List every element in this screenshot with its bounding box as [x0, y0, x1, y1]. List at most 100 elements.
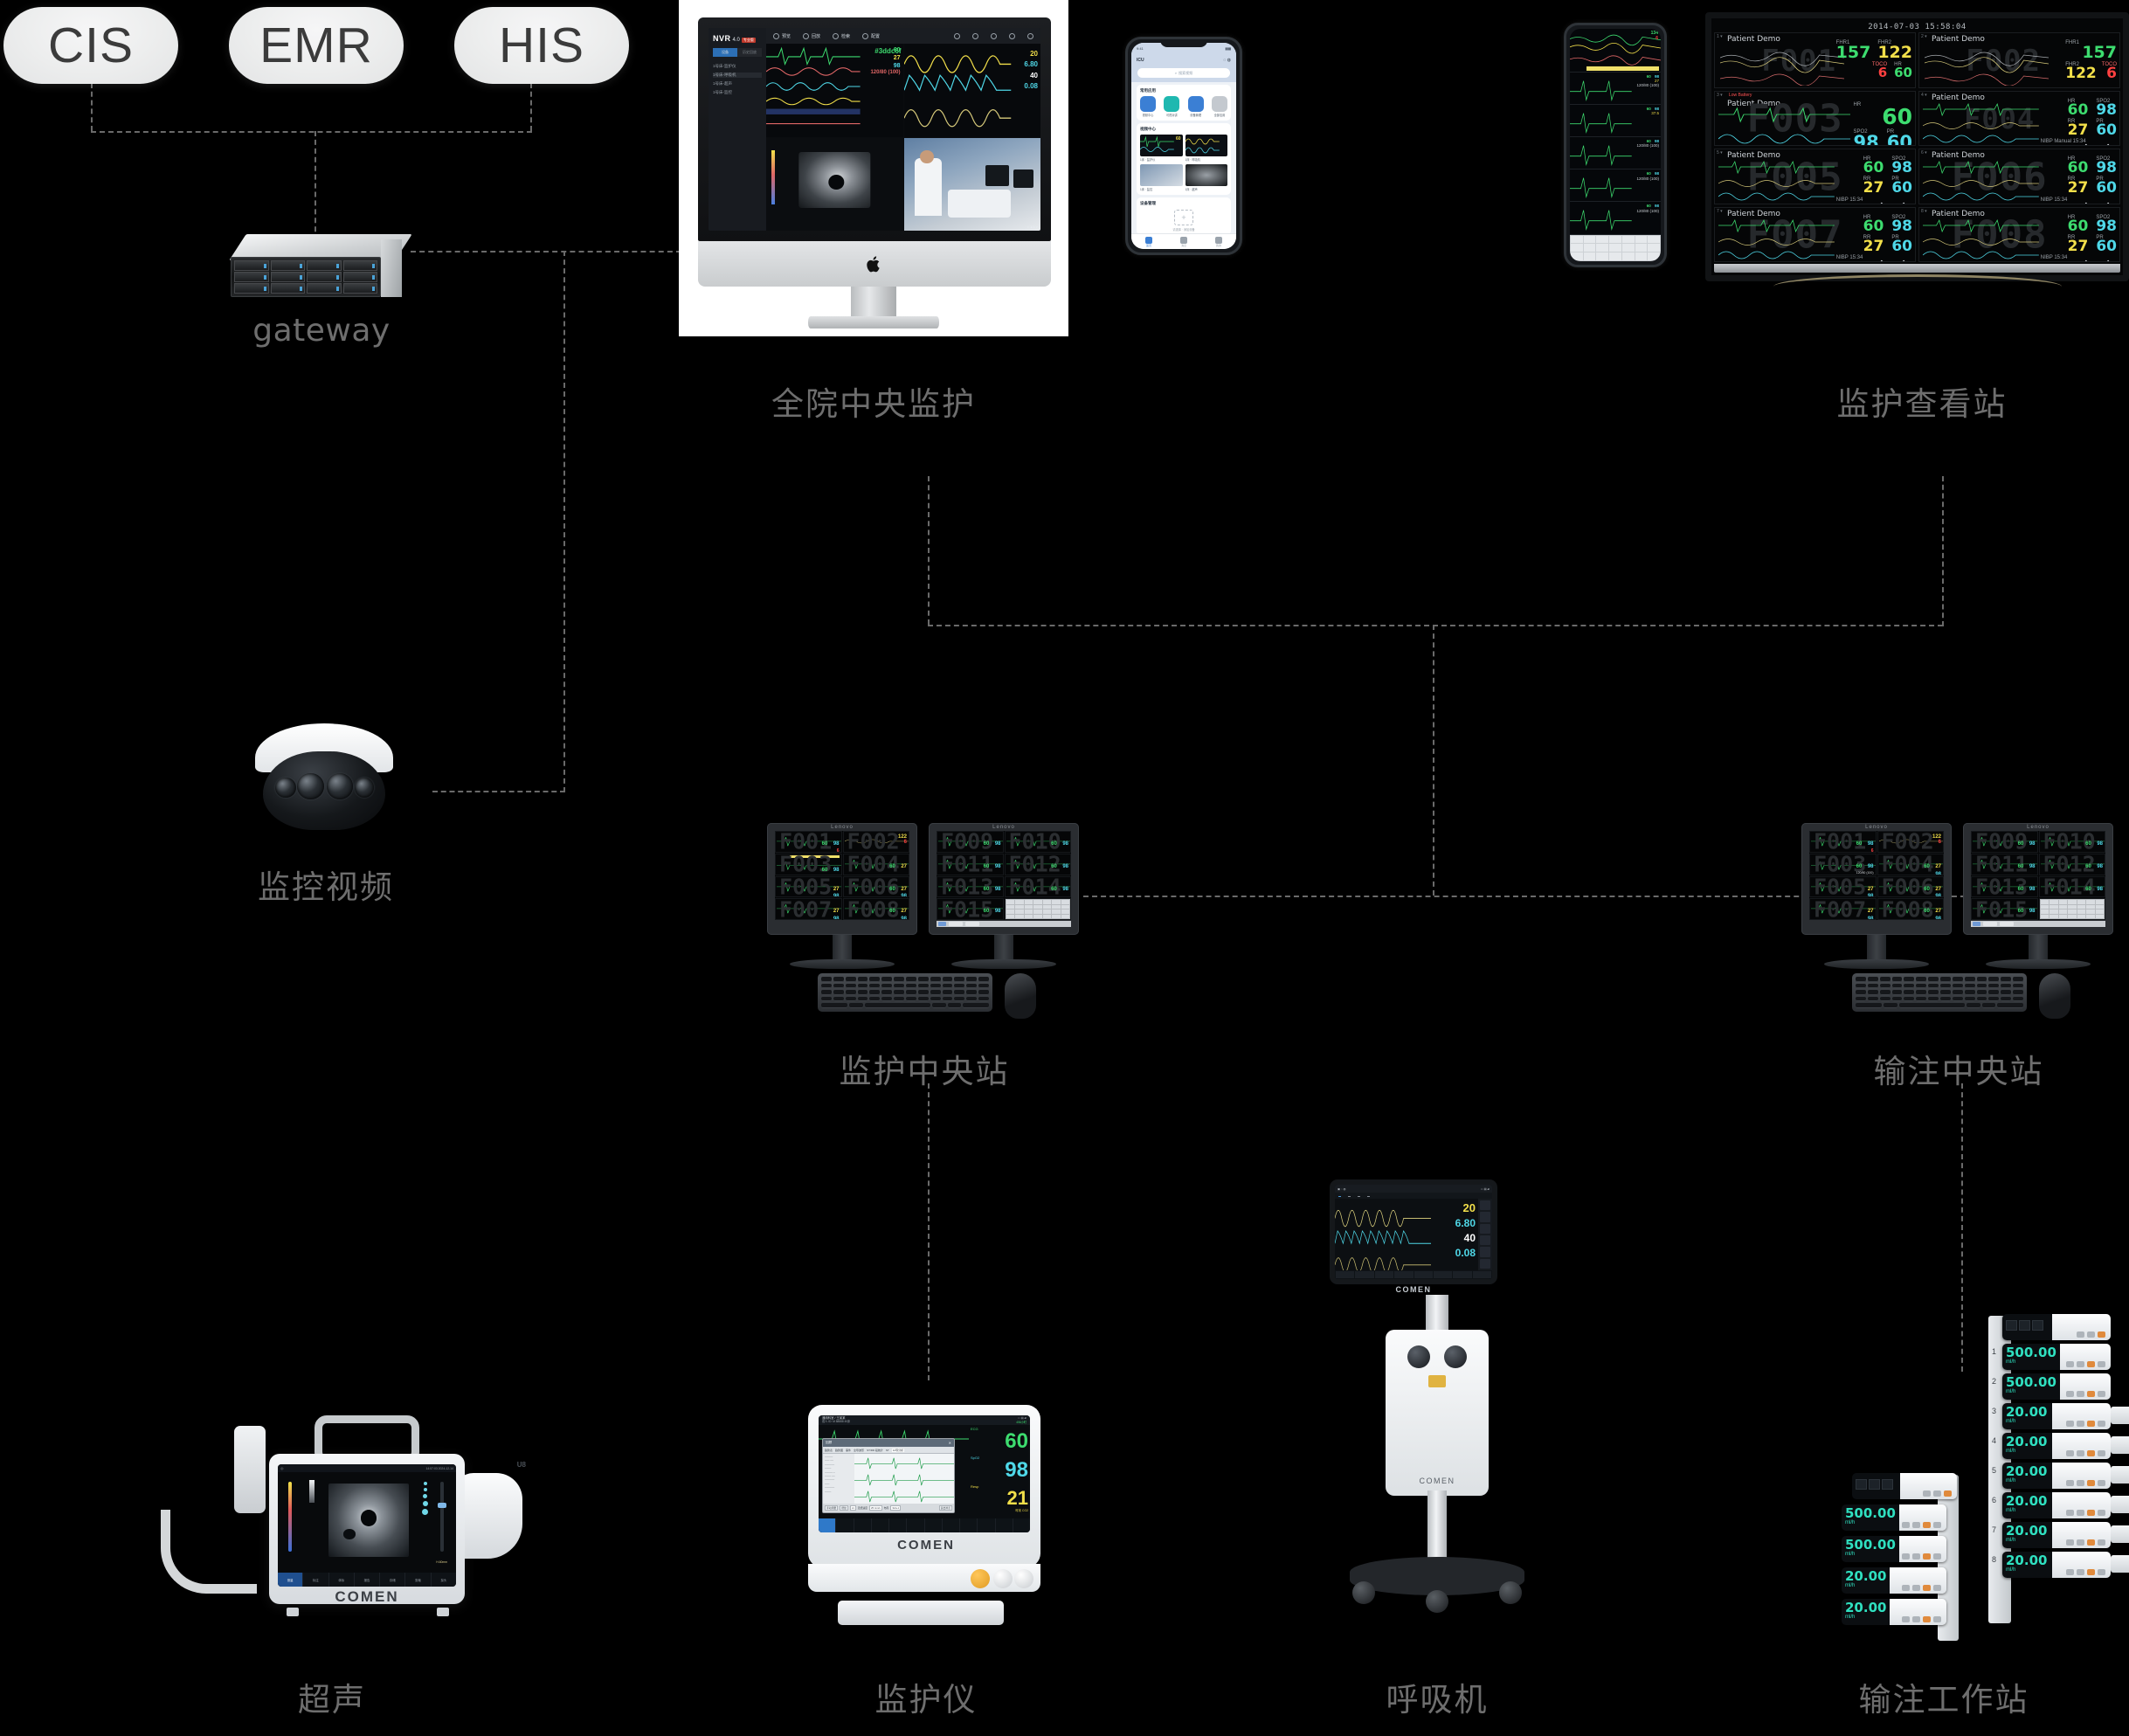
vent-toolbar[interactable]: ▣ ◌ ◍ ▭ ▤ ▰ — [1335, 1185, 1492, 1193]
pm-dlg-btn-1[interactable]: 增益 — [840, 1505, 848, 1511]
us-toolbar[interactable]: 测量 标注 体标 报告 存储 剪裁 探头 — [278, 1573, 456, 1587]
pm-alarm-knob[interactable] — [971, 1569, 990, 1588]
phone-tab-home[interactable]: 首页 — [1145, 236, 1152, 247]
phone-dept-selector[interactable]: ICU — [1137, 58, 1144, 63]
pm-print-knob[interactable] — [1014, 1569, 1033, 1588]
info-icon[interactable] — [954, 32, 960, 39]
ws-bed-F006[interactable]: F006 60 27 98 37.5 — [842, 875, 909, 898]
us-tool-5[interactable]: 剪裁 — [404, 1573, 430, 1587]
ws-bed-F010[interactable]: F010 60 98 27 60 120/80 (100) — [1004, 831, 1071, 853]
nvr-device-tree[interactable]: 1号床-监护仪 1号床-呼吸机 1号床-超声 1号床-监控 — [713, 64, 762, 95]
gateway-server[interactable] — [229, 234, 412, 302]
pm-dialog-tabs[interactable]: 趋势表 趋势图 事件 全导波形 ST/RR 段统计 ST 12导分析 — [823, 1447, 954, 1454]
phone-tab-profile[interactable]: 我的 — [1215, 236, 1222, 247]
nvr-tree-item-1[interactable]: 1号床-呼吸机 — [713, 73, 762, 78]
pm-dlg-btn-6[interactable]: 3x4+1 — [890, 1505, 902, 1511]
phone-screen[interactable]: 9:41 ▮▮▮ ICU ◌ ◍ ⌕ 搜索视频 常用应用 视频中心 可视对讲 设… — [1131, 43, 1236, 249]
ventilator-ports[interactable] — [1407, 1345, 1467, 1368]
phone-header-icons[interactable]: ◌ ◍ — [1223, 58, 1231, 63]
phone-app-header[interactable]: ICU ◌ ◍ — [1131, 54, 1236, 66]
ws-bed-F002[interactable]: F002 122 6 — [842, 831, 909, 853]
pm-dialog-tab-5[interactable]: ST — [886, 1449, 889, 1452]
infusion-pump-3[interactable]: 20.00 ml/h — [2002, 1403, 2111, 1429]
pm-review-dialog[interactable]: 回顾 ✕ 趋势表 趋势图 事件 全导波形 ST/RR 段统计 ST 12导分析 … — [822, 1438, 955, 1513]
phone-tab-messages[interactable]: 消息 — [1180, 236, 1187, 247]
ws-bed-F005[interactable]: F005 27 98 37.5 — [775, 875, 842, 898]
phone-tabbar[interactable]: 首页 消息 我的 — [1131, 233, 1236, 249]
central-monitoring-workstation[interactable]: NVR 4.0 专业版 设备 历史回放 1号床-监护仪 1号床-呼吸机 1号床-… — [679, 0, 1068, 341]
pm-dialog-tab-6[interactable]: 12导分析 — [891, 1448, 905, 1452]
phone-apps-row[interactable]: 视频中心 可视对讲 设备管理 全部应用 — [1140, 96, 1227, 117]
pm-dialog-tab-3[interactable]: 全导波形 — [854, 1449, 864, 1452]
ws-bed-F003[interactable]: F003 60 98 120/80 (100) — [775, 853, 842, 875]
inf-bed-F012[interactable]: F012 60 98 27 60 120/80 (100) — [2038, 853, 2105, 875]
handheld-viewer[interactable]: 134 6 60 98 27 120/80 (100) 60 98 37.5 6… — [1564, 23, 1667, 267]
infusion-pump-6[interactable]: 20.00 ml/h — [2002, 1492, 2111, 1518]
inf-bed-F007[interactable]: F007 27 98 — [1809, 898, 1877, 920]
infusion-pump-5[interactable]: 20.00 ml/h — [2002, 1463, 2111, 1489]
us-tool-0[interactable]: 测量 — [278, 1573, 303, 1587]
nvr-menu-preview[interactable]: 预览 — [773, 32, 791, 39]
nvr-sidebar-tabs[interactable]: 设备 历史回放 — [713, 48, 762, 57]
close-icon[interactable]: ✕ — [949, 1441, 951, 1445]
inf-bed-F014[interactable]: F014 60 98 27 60 120/80 (100) — [2038, 875, 2105, 898]
wall-bed-F008[interactable]: 8 ▾ Patient Demo F008 HR 60 SPO2 98 RR 2… — [1918, 206, 2120, 262]
infusion-front-head[interactable] — [1852, 1473, 1957, 1499]
nvr-tree-item-2[interactable]: 1号床-超声 — [713, 81, 762, 86]
inf-bed-F005[interactable]: F005 27 98 — [1809, 875, 1877, 898]
infusion-front-pump-2[interactable]: 500.00 ml/h — [1842, 1536, 1946, 1562]
ws-bed-F014[interactable]: F014 60 98 27 60 120/80 (100) — [1004, 875, 1071, 898]
ws-bed-F011[interactable]: F011 60 98 27 60 120/80 (100) — [937, 853, 1004, 875]
inf-bed-F003[interactable]: F003 60 98 120/80 (100) — [1809, 853, 1877, 875]
infusion-pump-1[interactable]: 500.00 ml/h — [2002, 1344, 2111, 1370]
inf-central-left-display[interactable]: Lenovo F001 60 98 6 F002 122 6 F003 60 9… — [1801, 823, 1952, 935]
us-image-area[interactable] — [328, 1484, 409, 1557]
mon-central-left-display[interactable]: Lenovo F001 60 98 6 120/80 (100) F002 — [767, 823, 917, 935]
ventilator-port-expiratory[interactable] — [1444, 1345, 1467, 1368]
nvr-menubar[interactable]: 预览 回放 检索 配置 — [766, 28, 1040, 44]
inf-central-left-screen[interactable]: F001 60 98 6 F002 122 6 F003 60 98 120/8… — [1809, 831, 1944, 920]
ws-keyboard[interactable] — [818, 973, 992, 1012]
infusion-front-pump-1[interactable]: 500.00 ml/h — [1842, 1504, 1946, 1531]
infusion-workstation[interactable]: 1 500.00 ml/h 2 500.00 ml/h 3 20.00 ml/h… — [1817, 1302, 2129, 1651]
infusion-pump-2[interactable]: 500.00 ml/h — [2002, 1373, 2111, 1400]
nvr-application[interactable]: NVR 4.0 专业版 设备 历史回放 1号床-监护仪 1号床-呼吸机 1号床-… — [709, 28, 1040, 231]
inf-taskbar[interactable] — [1971, 921, 2105, 927]
ventilator-port-inspiratory[interactable] — [1407, 1345, 1430, 1368]
inf-central-right-display[interactable]: Lenovo F009 60 98 27 60 120/80 (100) — [1963, 823, 2113, 935]
handheld-bed-keypad[interactable] — [1570, 234, 1661, 261]
ws-bed-F001[interactable]: F001 60 98 6 120/80 (100) — [775, 831, 842, 853]
bell-icon[interactable] — [991, 32, 997, 39]
ultrasound-probe[interactable] — [234, 1426, 266, 1513]
pm-dialog-tab-2[interactable]: 事件 — [846, 1449, 851, 1452]
handheld-bed-list[interactable]: 60 98 27 120/80 (100) 60 98 37.5 60 98 1… — [1570, 73, 1661, 235]
patient-monitor-device[interactable]: 通用科室 / 王某某 成人 ID: M 88888 40床 ▭ ▤ ▰ 456小… — [799, 1405, 1053, 1641]
ultrasound-screen[interactable]: ◎ 14:57:03 2024-12-14 H.60mm 测量 标注 体标 报告… — [278, 1464, 456, 1587]
nvr-page-indicator[interactable]: < 1/1 > — [1027, 225, 1038, 229]
nvr-menu-config[interactable]: 配置 — [862, 32, 880, 39]
us-preset-dots[interactable] — [422, 1482, 428, 1515]
pm-dialog-tab-4[interactable]: ST/RR 段统计 — [867, 1449, 883, 1452]
ws-bed-F015[interactable]: F015 60 98 27 60 120/80 (100) — [937, 898, 1004, 920]
wall-bed-F007[interactable]: 7 ▾ Patient Demo F007 HR 60 SPO2 98 RR 2… — [1714, 206, 1916, 262]
mobile-app-phone[interactable]: 9:41 ▮▮▮ ICU ◌ ◍ ⌕ 搜索视频 常用应用 视频中心 可视对讲 设… — [1125, 37, 1242, 255]
phone-add-device-button[interactable]: + — [1174, 210, 1193, 225]
nvr-tab-history[interactable]: 历史回放 — [737, 48, 762, 57]
us-tool-3[interactable]: 报告 — [353, 1573, 379, 1587]
us-depth-slider[interactable] — [438, 1482, 446, 1552]
phone-app-all[interactable]: 全部应用 — [1211, 96, 1227, 117]
inf-keyboard[interactable] — [1852, 973, 2027, 1012]
system-pill-emr[interactable]: EMR — [229, 7, 404, 84]
infusion-pump-4[interactable]: 20.00 ml/h — [2002, 1433, 2111, 1459]
phone-search-input[interactable]: ⌕ 搜索视频 — [1137, 68, 1230, 78]
ventilator-main-unit[interactable]: COMEN — [1386, 1330, 1489, 1496]
nvr-cell-ward-camera[interactable]: < 1/1 > — [903, 137, 1040, 231]
pm-dlg-btn-4[interactable]: 25 mm/s — [868, 1505, 882, 1511]
system-pill-his[interactable]: HIS — [454, 7, 629, 84]
nvr-tree-item-0[interactable]: 1号床-监护仪 — [713, 64, 762, 69]
inf-mouse[interactable] — [2039, 973, 2070, 1019]
ws-bed-F008[interactable]: F008 60 27 98 37.5 — [842, 898, 909, 920]
us-tool-1[interactable]: 标注 — [302, 1573, 328, 1587]
mon-central-right-display[interactable]: Lenovo F009 60 98 27 60 120/80 (100) — [929, 823, 1079, 935]
inf-bed-F004[interactable]: F004 60 27 98 — [1877, 853, 1944, 875]
